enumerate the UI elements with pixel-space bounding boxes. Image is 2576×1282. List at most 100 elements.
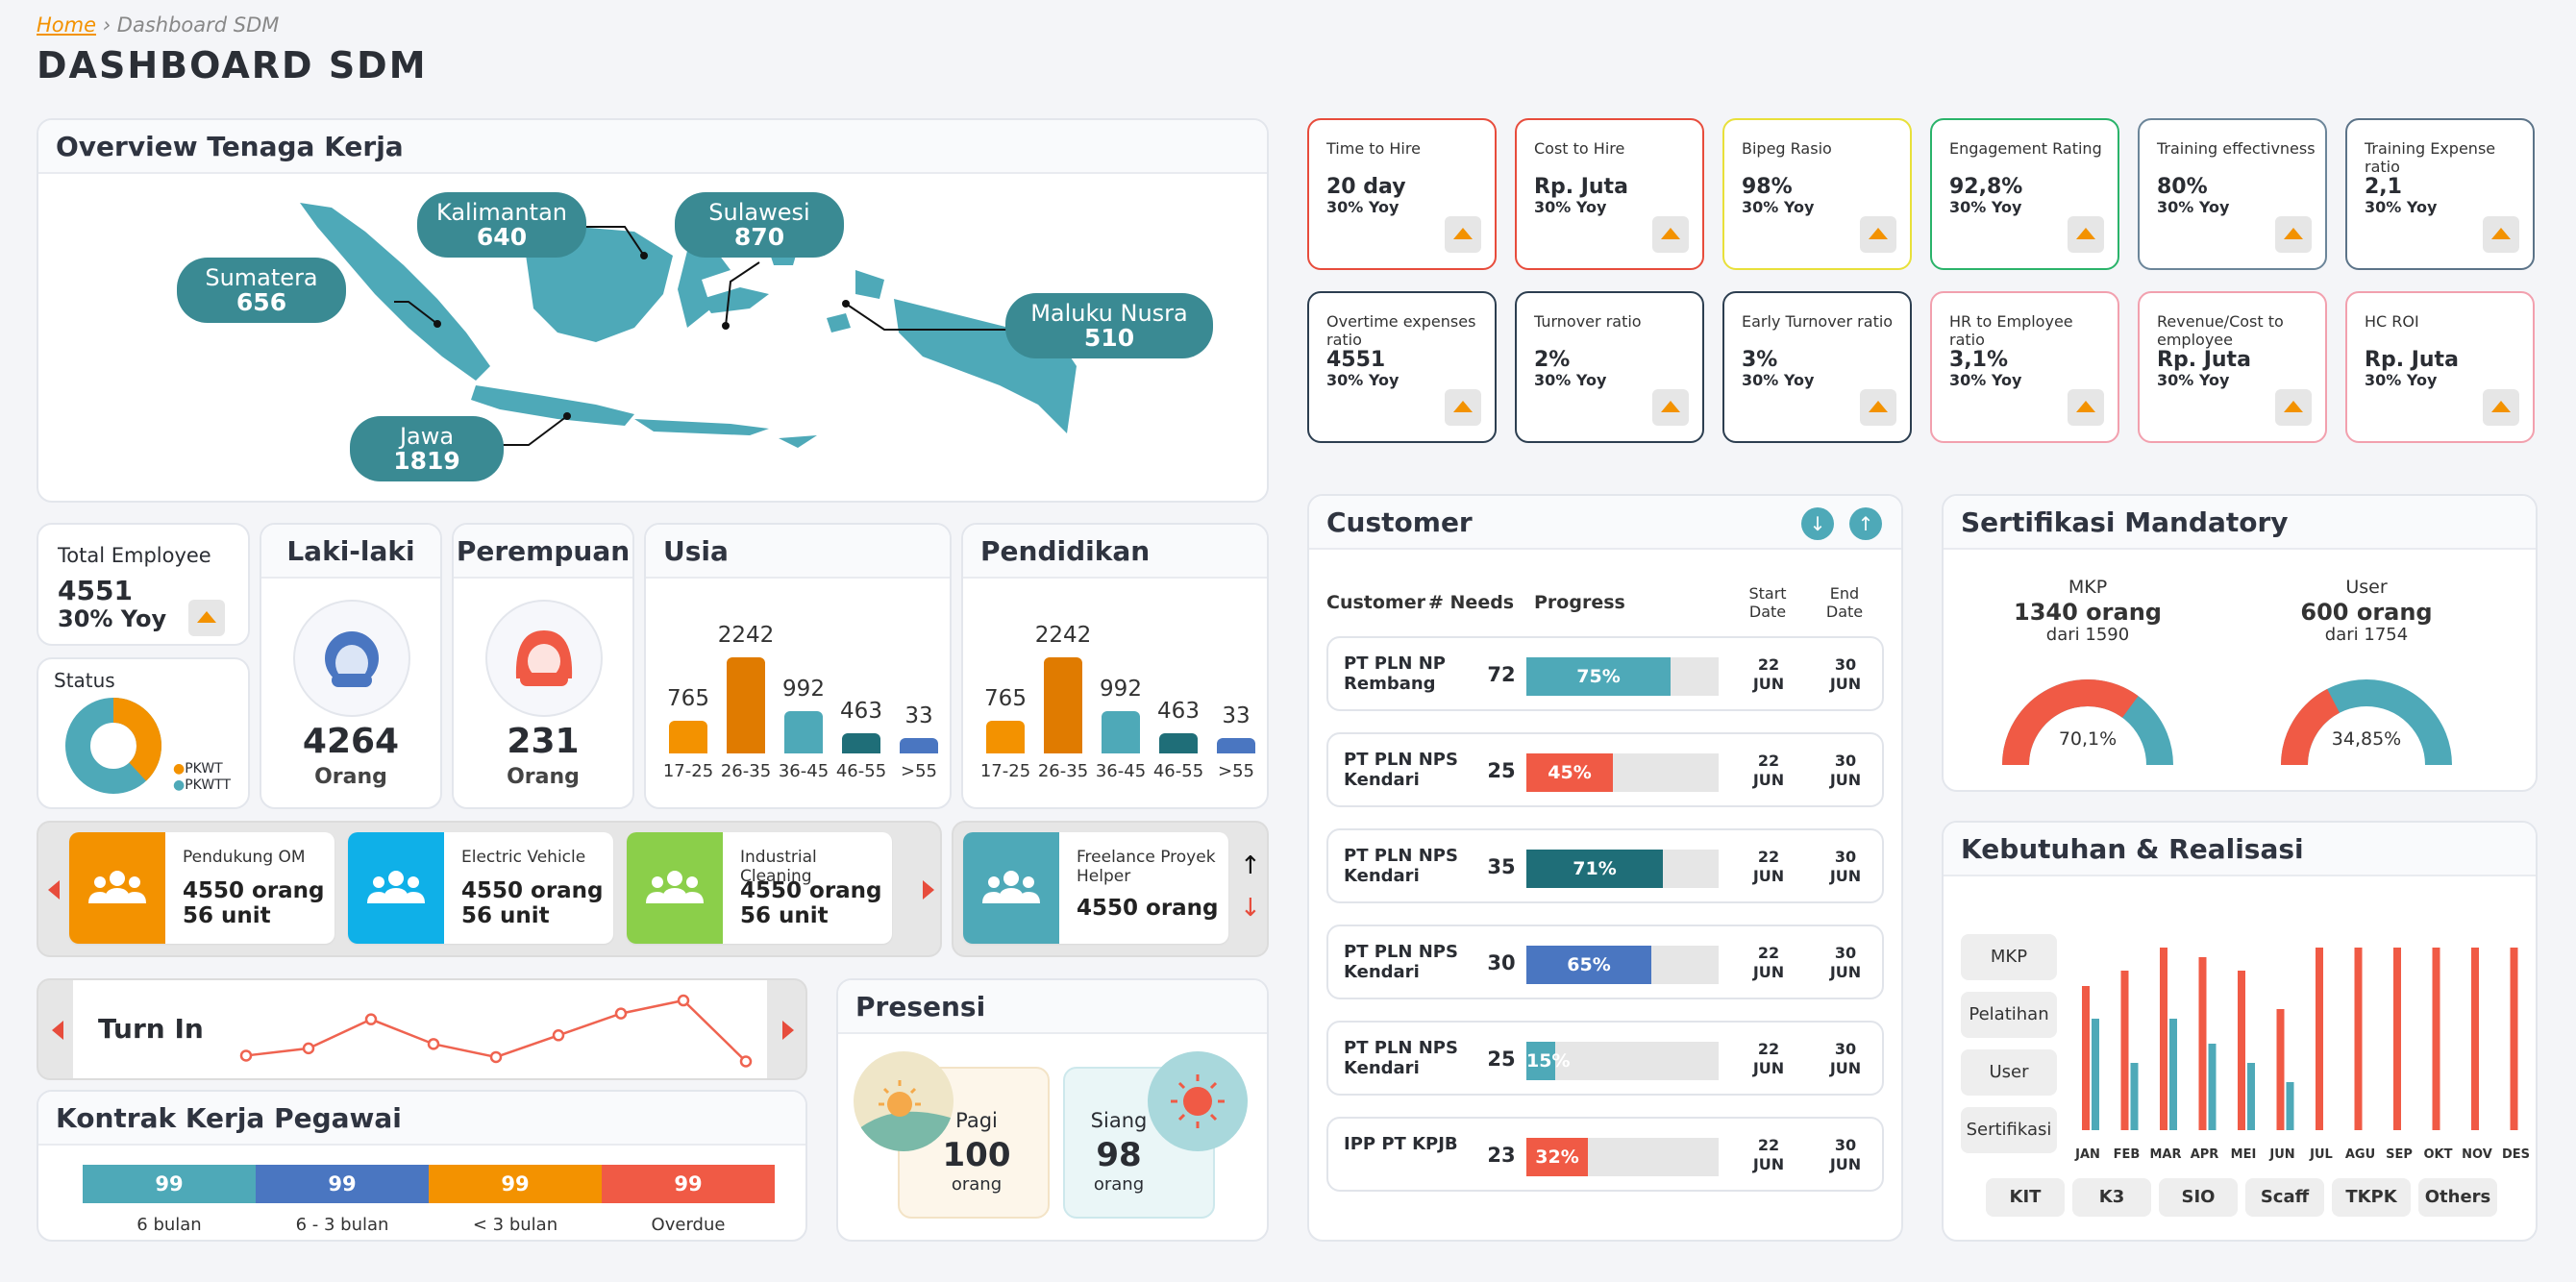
filter-button[interactable]: User [1961,1049,2057,1096]
category-button[interactable]: TKPK [2332,1178,2411,1217]
customer-row[interactable]: PT PLN NPS Kendari 35 71% 22 JUN 30 JUN [1326,828,1884,903]
kontrak-segment[interactable]: 99 [83,1165,256,1203]
kebutuhan-bar[interactable] [2198,957,2207,1130]
kebutuhan-bar[interactable] [2354,948,2363,1130]
region-bubble-kalimantan[interactable]: Kalimantan 640 [417,192,586,258]
kebutuhan-bar[interactable] [2160,948,2167,1130]
category-button[interactable]: K3 [2072,1178,2151,1217]
kpi-title: Training Expense ratio [2365,139,2496,176]
sort-down-icon[interactable]: ↓ [1240,894,1261,923]
scroll-down-icon[interactable]: ↓ [1801,507,1834,540]
dept-tile[interactable]: Industrial Cleaning 4550 orang 56 unit [627,832,892,944]
kebutuhan-bar[interactable] [2092,1019,2099,1130]
kpi-card[interactable]: Bipeg Rasio 98% 30% Yoy [1722,118,1912,270]
kontrak-segment[interactable]: 99 [256,1165,429,1203]
kebutuhan-bar[interactable] [2471,948,2479,1130]
breadcrumb-home-link[interactable]: Home [37,13,96,37]
start-date: 22 JUN [1752,1040,1785,1077]
dept-tile[interactable]: Pendukung OM 4550 orang 56 unit [69,832,334,944]
bar[interactable] [727,657,765,753]
gauge-percent: 70,1% [2058,728,2118,750]
kpi-card[interactable]: HR to Employee ratio 3,1% 30% Yoy [1930,291,2119,443]
kontrak-segment[interactable]: 99 [602,1165,775,1203]
dept-tile[interactable]: Electric Vehicle 4550 orang 56 unit [348,832,613,944]
bar[interactable] [1159,733,1198,753]
customer-row[interactable]: PT PLN NPS Kendari 25 45% 22 JUN 30 JUN [1326,732,1884,807]
kebutuhan-bar[interactable] [2393,948,2401,1130]
bar[interactable] [1102,711,1140,753]
progress-track: 15% [1526,1042,1719,1080]
region-bubble-sumatera[interactable]: Sumatera 656 [177,258,346,323]
sort-up-icon[interactable]: ↑ [1240,851,1261,880]
category-button[interactable]: KIT [1986,1178,2065,1217]
customer-row[interactable]: IPP PT KPJB 23 32% 22 JUN 30 JUN [1326,1117,1884,1192]
dept-values: 4550 orang 56 unit [740,878,882,928]
bar[interactable] [669,721,707,753]
kebutuhan-bar[interactable] [2316,948,2323,1130]
trend-up-icon [1652,216,1689,253]
kebutuhan-bar[interactable] [2169,1019,2177,1130]
kpi-card[interactable]: Training effectivness 80% 30% Yoy [2138,118,2327,270]
overview-card: Overview Tenaga Kerja Sumatera 656 Kalima… [37,118,1269,503]
sunrise-icon [854,1051,954,1151]
kpi-card[interactable]: Engagement Rating 92,8% 30% Yoy [1930,118,2119,270]
dept-next-arrow-icon[interactable] [923,880,934,900]
start-date: 22 JUN [1752,655,1785,693]
kebutuhan-bar[interactable] [2130,1063,2139,1130]
customer-row[interactable]: PT PLN NP Rembang 72 75% 22 JUN 30 JUN [1326,636,1884,711]
turn-in-next-icon[interactable] [782,1021,794,1040]
region-bubble-maluku-nusra[interactable]: Maluku Nusra 510 [1005,293,1213,358]
bar-category-label: >55 [1218,761,1254,781]
bar-category-label: 36-45 [1095,761,1147,781]
category-button[interactable]: Scaff [2245,1178,2324,1217]
filter-button[interactable]: Pelatihan [1961,992,2057,1038]
col-customer: Customer [1326,592,1425,613]
filter-button[interactable]: MKP [1961,934,2057,980]
bar[interactable] [1044,657,1082,753]
kpi-card[interactable]: Overtime expenses ratio 4551 30% Yoy [1307,291,1497,443]
kpi-card[interactable]: Cost to Hire Rp. Juta 30% Yoy [1515,118,1704,270]
category-button[interactable]: Others [2418,1178,2497,1217]
kpi-card[interactable]: Turnover ratio 2% 30% Yoy [1515,291,1704,443]
customer-name: PT PLN NPS Kendari [1344,750,1458,790]
bar[interactable] [842,733,880,753]
customer-row[interactable]: PT PLN NPS Kendari 30 65% 22 JUN 30 JUN [1326,925,1884,999]
kontrak-segment[interactable]: 99 [429,1165,602,1203]
freelance-tile[interactable]: Freelance Proyek Helper 4550 orang [963,832,1228,944]
kebutuhan-bar[interactable] [2208,1044,2217,1130]
bar-category-label: 46-55 [835,761,887,781]
kebutuhan-bar[interactable] [2510,948,2518,1130]
region-bubble-sulawesi[interactable]: Sulawesi 870 [675,192,844,258]
kpi-card[interactable]: Training Expense ratio 2,1 30% Yoy [2345,118,2535,270]
male-title: Laki-laki [261,525,440,579]
scroll-up-icon[interactable]: ↑ [1849,507,1882,540]
filter-button[interactable]: Sertifikasi [1961,1107,2057,1153]
bar[interactable] [900,738,938,753]
kebutuhan-bar[interactable] [2276,1009,2285,1130]
kebutuhan-bar[interactable] [2432,948,2440,1130]
dept-prev-arrow-icon[interactable] [48,880,60,900]
bar[interactable] [784,711,823,753]
bar-value-label: 33 [1222,703,1251,728]
turn-in-point [427,1038,440,1050]
bar-category-label: 17-25 [979,761,1031,781]
category-button[interactable]: SIO [2159,1178,2238,1217]
kebutuhan-bar[interactable] [2247,1063,2255,1130]
bar[interactable] [1217,738,1255,753]
kpi-yoy: 30% Yoy [1326,198,1399,216]
kpi-card[interactable]: Early Turnover ratio 3% 30% Yoy [1722,291,1912,443]
kpi-card[interactable]: HC ROI Rp. Juta 30% Yoy [2345,291,2535,443]
pagi-value: 100 [942,1136,1011,1174]
kebutuhan-bar[interactable] [2082,986,2090,1130]
kebutuhan-bar[interactable] [2286,1082,2294,1130]
kebutuhan-bar[interactable] [2238,971,2245,1130]
turn-in-prev-icon[interactable] [52,1021,63,1040]
kpi-card[interactable]: Time to Hire 20 day 30% Yoy [1307,118,1497,270]
kpi-title: Early Turnover ratio [1742,312,1894,331]
bar[interactable] [986,721,1025,753]
end-date: 30 JUN [1829,1136,1862,1173]
customer-row[interactable]: PT PLN NPS Kendari 25 15% 22 JUN 30 JUN [1326,1021,1884,1096]
kebutuhan-bar[interactable] [2120,971,2129,1130]
region-bubble-jawa[interactable]: Jawa 1819 [350,416,504,481]
kpi-card[interactable]: Revenue/Cost to employee Rp. Juta 30% Yoy [2138,291,2327,443]
